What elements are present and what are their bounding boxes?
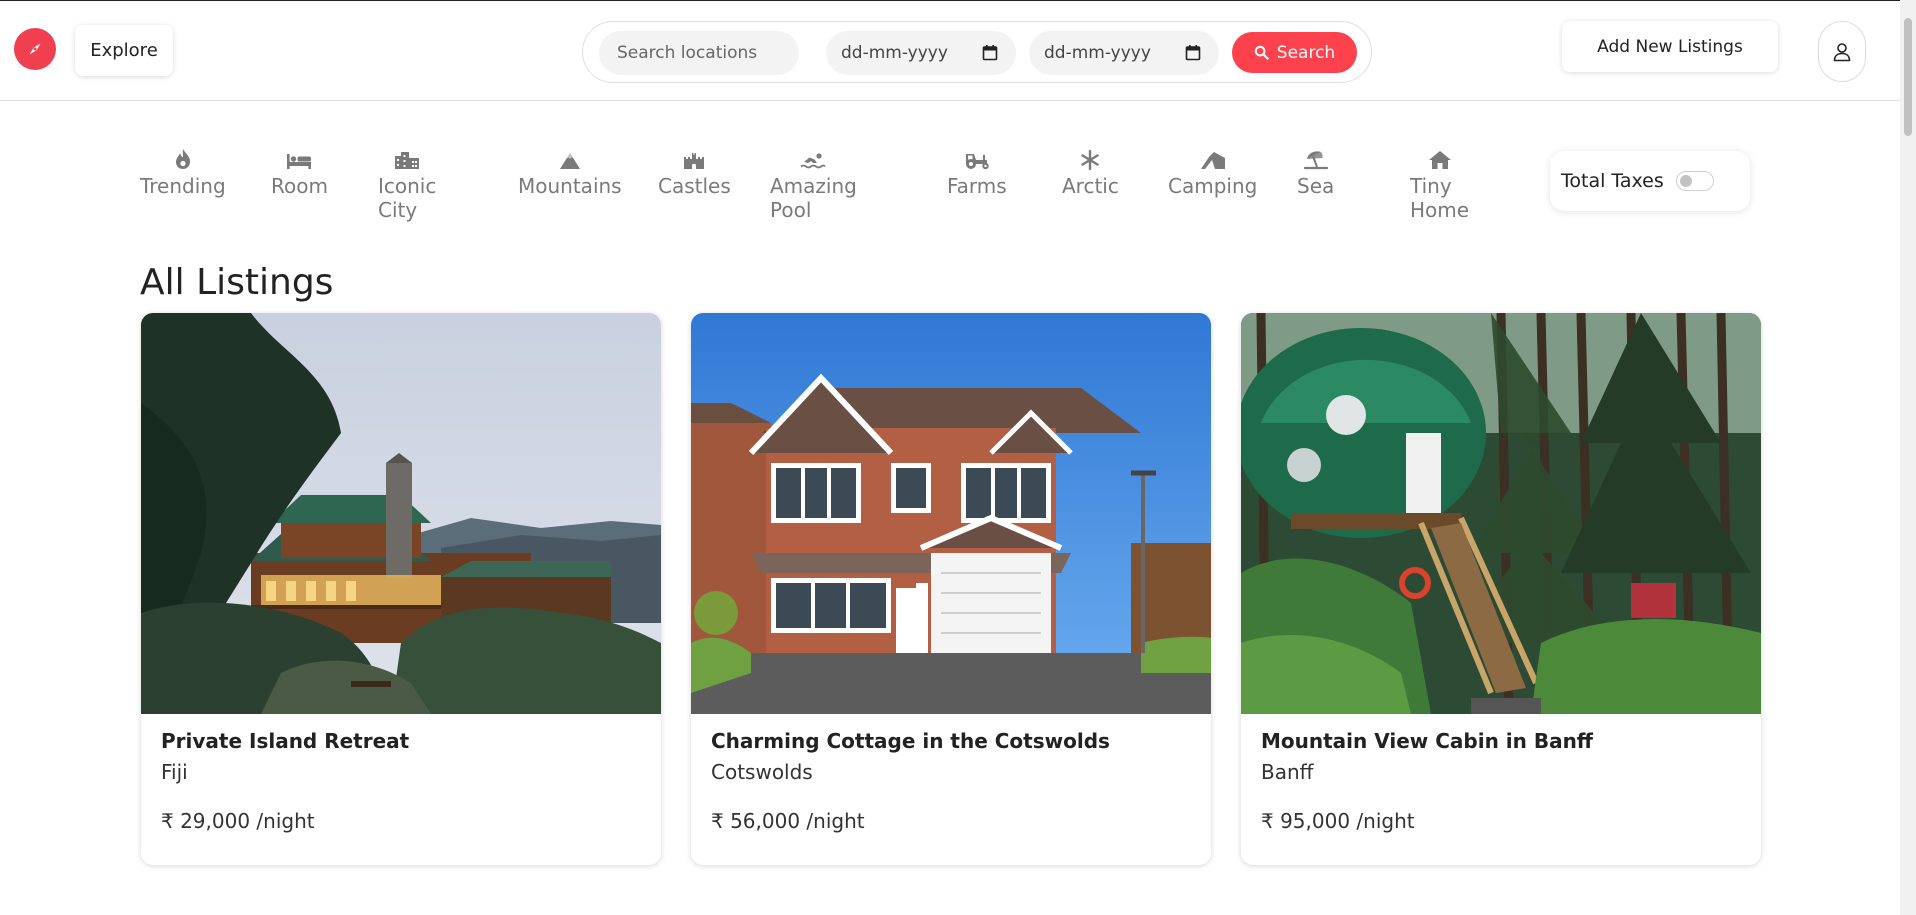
compass-icon[interactable] <box>14 28 56 70</box>
search-button[interactable]: Search <box>1232 32 1357 73</box>
filter-camping[interactable]: Camping <box>1168 140 1257 198</box>
add-new-listing-link[interactable]: Add New Listings <box>1562 21 1778 72</box>
castle-icon <box>684 153 705 169</box>
filter-iconic-city[interactable]: Iconic City <box>378 140 436 222</box>
calendar-icon[interactable] <box>1185 44 1201 61</box>
filter-room[interactable]: Room <box>271 140 328 198</box>
listing-title: Mountain View Cabin in Banff <box>1261 729 1594 753</box>
total-taxes-toggle-box: Total Taxes <box>1550 151 1750 211</box>
calendar-icon[interactable] <box>982 44 998 61</box>
page-scrollbar[interactable] <box>1900 0 1916 915</box>
city-icon <box>395 152 420 169</box>
filter-label: Mountains <box>518 174 622 198</box>
listing-card[interactable]: Charming Cottage in the Cotswolds Cotswo… <box>691 313 1211 865</box>
filter-label: Castles <box>658 174 731 198</box>
navbar: Explore Search locations dd-mm-yyyy dd-m… <box>0 0 1900 101</box>
listing-image <box>1241 313 1761 714</box>
checkin-date-placeholder: dd-mm-yyyy <box>841 43 948 63</box>
filter-label: Tiny Home <box>1410 174 1470 222</box>
search-bar: Search locations dd-mm-yyyy dd-mm-yyyy S… <box>582 21 1372 83</box>
filter-label: Trending <box>140 174 226 198</box>
filter-mountains[interactable]: Mountains <box>518 140 622 198</box>
bed-icon <box>287 154 312 169</box>
listing-location: Banff <box>1261 760 1314 784</box>
user-icon <box>1833 42 1851 61</box>
listing-title: Private Island Retreat <box>161 729 410 753</box>
listing-card[interactable]: Private Island Retreat Fiji ₹ 29,000 /ni… <box>141 313 661 865</box>
checkout-date-input[interactable]: dd-mm-yyyy <box>1029 31 1219 75</box>
explore-link[interactable]: Explore <box>75 25 173 76</box>
search-button-label: Search <box>1276 42 1336 63</box>
tractor-icon <box>965 154 989 170</box>
umbrella-beach-icon <box>1303 151 1328 170</box>
listing-title: Charming Cottage in the Cotswolds <box>711 729 1110 753</box>
fire-icon <box>175 149 190 169</box>
listing-price: ₹ 95,000 /night <box>1261 809 1415 833</box>
scrollbar-thumb[interactable] <box>1904 18 1912 136</box>
tent-icon <box>1200 152 1225 169</box>
swimmer-icon <box>800 153 827 169</box>
toggle-knob <box>1679 175 1692 187</box>
listing-image <box>141 313 661 714</box>
search-location-input[interactable]: Search locations <box>599 31 799 75</box>
filter-label: Amazing Pool <box>770 174 857 222</box>
total-taxes-label: Total Taxes <box>1561 170 1664 192</box>
listing-image <box>691 313 1211 714</box>
listing-price: ₹ 29,000 /night <box>161 809 315 833</box>
search-icon <box>1254 45 1269 60</box>
filter-farms[interactable]: Farms <box>947 140 1007 198</box>
total-taxes-switch[interactable] <box>1675 171 1714 191</box>
filter-tiny-home[interactable]: Tiny Home <box>1410 140 1469 222</box>
filter-trending[interactable]: Trending <box>140 140 226 198</box>
filter-sea[interactable]: Sea <box>1297 140 1334 198</box>
checkin-date-input[interactable]: dd-mm-yyyy <box>826 31 1016 75</box>
filter-label: Iconic City <box>378 174 437 222</box>
filter-label: Sea <box>1297 174 1335 198</box>
listing-card[interactable]: Mountain View Cabin in Banff Banff ₹ 95,… <box>1241 313 1761 865</box>
checkout-date-placeholder: dd-mm-yyyy <box>1044 43 1151 63</box>
snowflake-icon <box>1081 150 1100 170</box>
page-title: All Listings <box>140 262 334 303</box>
mountain-icon <box>559 153 580 169</box>
listing-location: Fiji <box>161 760 188 784</box>
listing-price: ₹ 56,000 /night <box>711 809 865 833</box>
filter-label: Room <box>271 174 328 198</box>
filter-amazing-pool[interactable]: Amazing Pool <box>770 140 857 222</box>
filter-castles[interactable]: Castles <box>658 140 731 198</box>
house-icon <box>1428 151 1451 169</box>
filter-label: Farms <box>947 174 1007 198</box>
listing-location: Cotswolds <box>711 760 813 784</box>
user-menu-button[interactable] <box>1818 21 1866 82</box>
filter-label: Camping <box>1168 174 1258 198</box>
filter-label: Arctic <box>1062 174 1119 198</box>
filter-arctic[interactable]: Arctic <box>1062 140 1119 198</box>
